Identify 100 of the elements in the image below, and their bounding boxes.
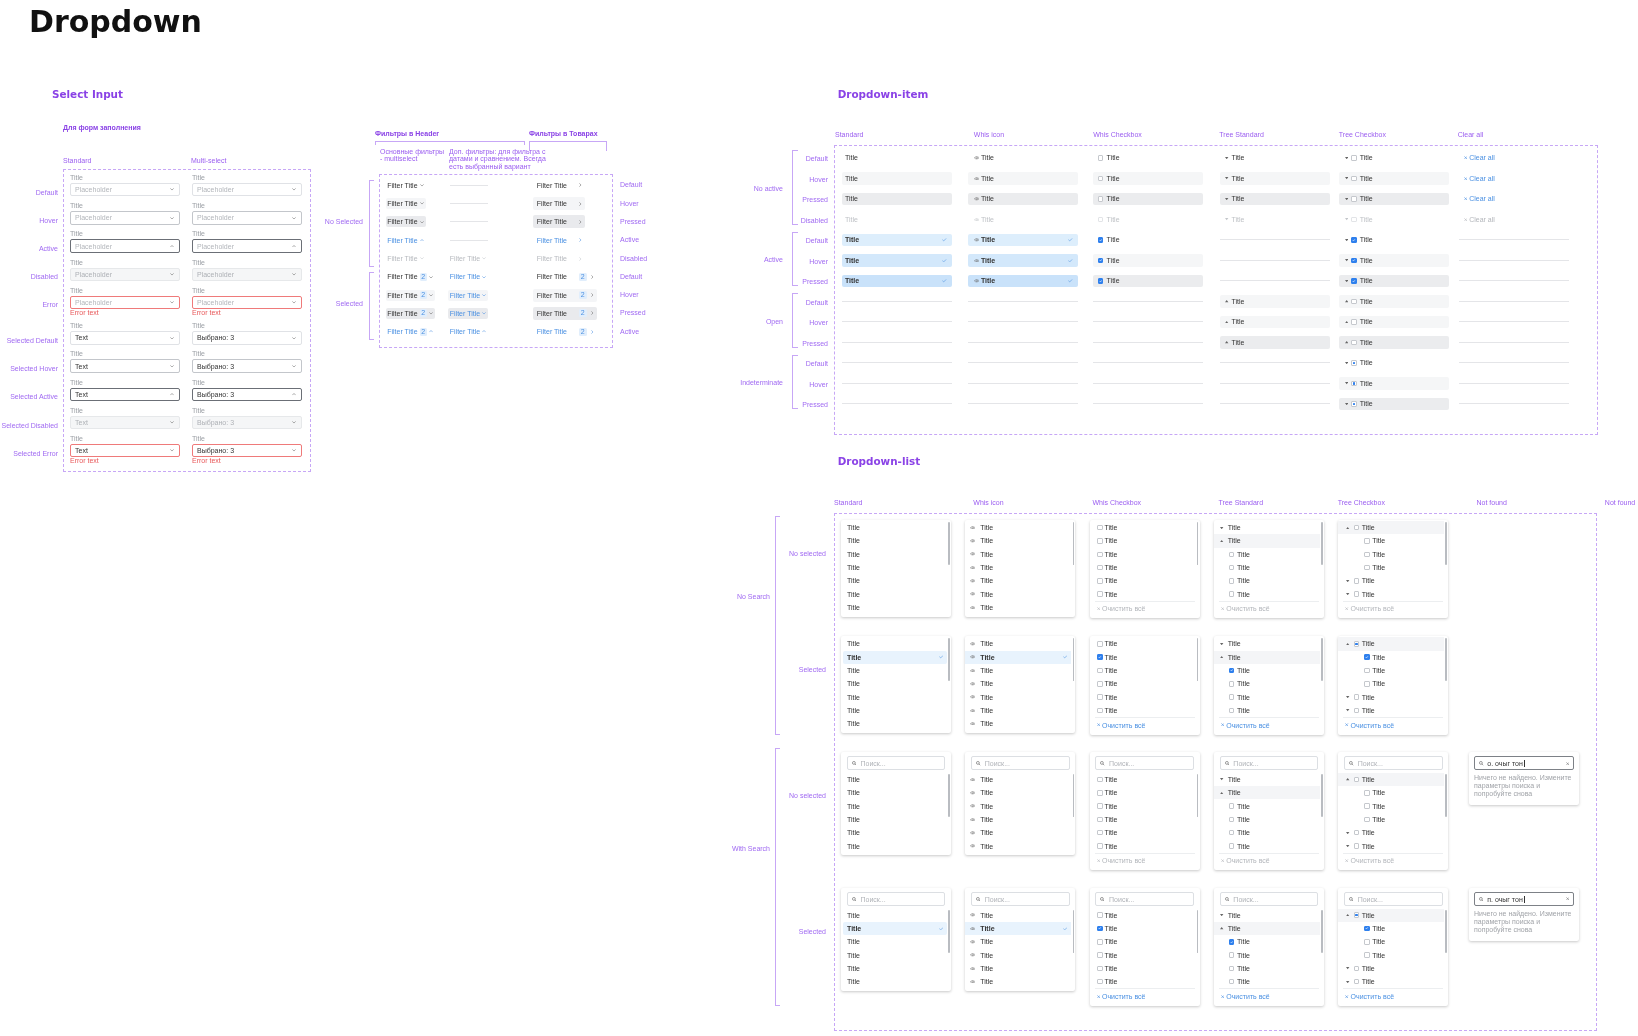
checkbox[interactable] xyxy=(1097,237,1104,243)
checkbox[interactable] xyxy=(1229,564,1235,571)
checkbox[interactable] xyxy=(1353,776,1360,783)
checkbox[interactable] xyxy=(1351,257,1357,264)
checkbox[interactable] xyxy=(1353,591,1360,597)
checkbox[interactable] xyxy=(1353,707,1360,714)
checkbox[interactable] xyxy=(1097,843,1103,849)
checkbox[interactable] xyxy=(1364,803,1370,809)
checkbox[interactable] xyxy=(1364,654,1370,660)
caret-down-icon[interactable] xyxy=(1344,402,1349,406)
checkbox[interactable] xyxy=(1351,196,1357,202)
caret-down-icon[interactable] xyxy=(1344,382,1349,385)
checkbox[interactable] xyxy=(1097,803,1103,809)
caret-down-icon[interactable] xyxy=(1346,593,1350,596)
checkbox[interactable] xyxy=(1097,681,1103,687)
scrollbar[interactable] xyxy=(1196,638,1199,682)
caret-up-icon[interactable] xyxy=(1344,300,1349,303)
scrollbar[interactable] xyxy=(1196,773,1199,817)
caret-down-icon[interactable] xyxy=(1346,831,1350,834)
checkbox[interactable] xyxy=(1351,360,1357,366)
scrollbar[interactable] xyxy=(1072,909,1075,953)
caret-up-icon[interactable] xyxy=(1346,914,1350,917)
scrollbar[interactable] xyxy=(948,773,950,817)
caret-down-icon[interactable] xyxy=(1344,197,1349,201)
checkbox[interactable] xyxy=(1364,939,1370,945)
checkbox[interactable] xyxy=(1364,538,1370,544)
checkbox[interactable] xyxy=(1364,816,1370,823)
checkbox[interactable] xyxy=(1097,965,1103,972)
checkbox[interactable] xyxy=(1097,196,1104,202)
checkbox[interactable] xyxy=(1351,175,1357,182)
caret-up-icon[interactable] xyxy=(1220,539,1224,543)
caret-down-icon[interactable] xyxy=(1344,361,1349,365)
scrollbar[interactable] xyxy=(948,522,950,566)
scrollbar[interactable] xyxy=(1321,638,1323,682)
caret-down-icon[interactable] xyxy=(1344,238,1349,242)
checkbox[interactable] xyxy=(1097,694,1103,700)
checkbox[interactable] xyxy=(1351,298,1357,305)
checkbox[interactable] xyxy=(1364,925,1370,932)
checkbox[interactable] xyxy=(1097,578,1103,584)
scrollbar[interactable] xyxy=(948,638,950,682)
checkbox[interactable] xyxy=(1097,564,1103,571)
checkbox[interactable] xyxy=(1364,790,1370,796)
caret-down-icon[interactable] xyxy=(1344,156,1349,160)
caret-up-icon[interactable] xyxy=(1344,341,1349,344)
checkbox[interactable] xyxy=(1351,155,1357,161)
caret-down-icon[interactable] xyxy=(1220,526,1224,529)
caret-down-icon[interactable] xyxy=(1346,967,1350,970)
checkbox[interactable] xyxy=(1353,965,1360,972)
checkbox[interactable] xyxy=(1097,939,1103,945)
checkbox[interactable] xyxy=(1353,912,1360,918)
scrollbar[interactable] xyxy=(1445,909,1447,953)
checkbox[interactable] xyxy=(1229,965,1235,972)
caret-up-icon[interactable] xyxy=(1346,642,1350,645)
checkbox[interactable] xyxy=(1351,237,1357,243)
checkbox[interactable] xyxy=(1097,641,1103,647)
checkbox[interactable] xyxy=(1097,667,1103,674)
checkbox[interactable] xyxy=(1097,551,1103,558)
scrollbar[interactable] xyxy=(1196,909,1199,953)
checkbox[interactable] xyxy=(1097,175,1104,182)
checkbox[interactable] xyxy=(1097,790,1103,796)
scrollbar[interactable] xyxy=(1321,909,1323,953)
caret-up-icon[interactable] xyxy=(1346,526,1350,529)
checkbox[interactable] xyxy=(1351,380,1357,387)
caret-down-icon[interactable] xyxy=(1344,177,1349,180)
checkbox[interactable] xyxy=(1364,667,1370,674)
scrollbar[interactable] xyxy=(1445,773,1447,817)
checkbox[interactable] xyxy=(1229,843,1235,849)
checkbox[interactable] xyxy=(1364,551,1370,558)
checkbox[interactable] xyxy=(1353,578,1360,584)
caret-down-icon[interactable] xyxy=(1346,579,1350,583)
scrollbar[interactable] xyxy=(1072,773,1075,817)
caret-down-icon[interactable] xyxy=(1225,156,1229,160)
caret-down-icon[interactable] xyxy=(1220,642,1224,645)
checkbox[interactable] xyxy=(1353,978,1360,985)
checkbox[interactable] xyxy=(1351,401,1357,407)
caret-down-icon[interactable] xyxy=(1344,259,1349,262)
caret-up-icon[interactable] xyxy=(1346,778,1350,781)
scrollbar[interactable] xyxy=(1445,522,1447,566)
checkbox[interactable] xyxy=(1097,829,1103,836)
checkbox[interactable] xyxy=(1097,816,1103,823)
scrollbar[interactable] xyxy=(948,909,950,953)
checkbox[interactable] xyxy=(1229,978,1235,985)
checkbox[interactable] xyxy=(1097,591,1103,597)
checkbox[interactable] xyxy=(1229,952,1235,958)
checkbox[interactable] xyxy=(1229,939,1235,945)
caret-down-icon[interactable] xyxy=(1346,844,1350,848)
caret-up-icon[interactable] xyxy=(1225,300,1229,303)
caret-down-icon[interactable] xyxy=(1346,695,1350,699)
caret-down-icon[interactable] xyxy=(1220,914,1224,917)
checkbox[interactable] xyxy=(1353,524,1360,531)
checkbox[interactable] xyxy=(1097,654,1103,660)
caret-down-icon[interactable] xyxy=(1346,980,1350,983)
checkbox[interactable] xyxy=(1364,681,1370,687)
checkbox[interactable] xyxy=(1097,952,1103,958)
checkbox[interactable] xyxy=(1353,641,1360,647)
checkbox[interactable] xyxy=(1097,538,1103,544)
scrollbar[interactable] xyxy=(1445,638,1447,682)
checkbox[interactable] xyxy=(1097,925,1103,932)
checkbox[interactable] xyxy=(1229,667,1235,674)
caret-down-icon[interactable] xyxy=(1344,279,1349,283)
